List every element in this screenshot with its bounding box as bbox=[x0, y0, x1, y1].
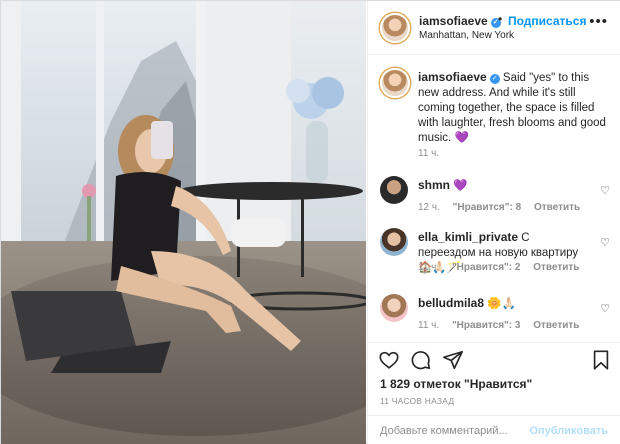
publish-button[interactable]: Опубликовать bbox=[529, 425, 608, 437]
comment-text: belludmila8 🌼🙏🏻 bbox=[418, 296, 588, 312]
comment-meta: 11 ч. "Нравится": 2 Ответить bbox=[418, 262, 589, 273]
comment-like-heart-icon[interactable]: ♡ bbox=[600, 302, 610, 315]
follow-button[interactable]: Подписаться bbox=[508, 14, 586, 28]
sunflower-pray-emoji-icon: 🌼🙏🏻 bbox=[487, 298, 516, 310]
caption-username[interactable]: iamsofiaeve bbox=[418, 70, 487, 84]
caption-text: iamsofiaeve ✓ Said "yes" to this new addr… bbox=[418, 70, 608, 146]
add-comment-input[interactable] bbox=[380, 423, 530, 439]
commenter-avatar[interactable] bbox=[380, 294, 408, 322]
apartment-selfie-illustration bbox=[1, 1, 366, 444]
comment-meta: 11 ч. "Нравится": 3 Ответить bbox=[418, 320, 589, 331]
commenter-avatar[interactable] bbox=[380, 176, 408, 204]
comment-likes[interactable]: "Нравится": 2 bbox=[452, 262, 521, 273]
caption-time[interactable]: 11 ч. bbox=[418, 148, 439, 159]
add-comment-bar: Опубликовать bbox=[368, 415, 620, 444]
reply-button[interactable]: Ответить bbox=[534, 202, 580, 213]
post-time-ago[interactable]: 11 ЧАСОВ НАЗАД bbox=[380, 396, 454, 406]
purple-heart-icon: 💜 bbox=[453, 180, 468, 192]
author-avatar[interactable] bbox=[380, 13, 410, 43]
post-side-panel: iamsofiaeve ✓ • Подписаться Manhattan, Ne… bbox=[367, 1, 620, 444]
comments-list[interactable]: iamsofiaeve ✓ Said "yes" to this new addr… bbox=[368, 56, 620, 336]
heart-outline-icon[interactable] bbox=[378, 349, 400, 374]
comment-username[interactable]: belludmila8 bbox=[418, 296, 484, 310]
verified-badge-icon: ✓ bbox=[489, 74, 500, 84]
reply-button[interactable]: Ответить bbox=[533, 320, 579, 331]
comment-likes[interactable]: "Нравится": 3 bbox=[452, 320, 521, 331]
purple-heart-icon: 💜 bbox=[454, 132, 469, 144]
comment-username[interactable]: shmn bbox=[418, 178, 450, 192]
comment-time[interactable]: 11 ч. bbox=[418, 320, 439, 331]
comment-username[interactable]: ella_kimli_private bbox=[418, 230, 518, 244]
instagram-post: iamsofiaeve ✓ • Подписаться Manhattan, Ne… bbox=[0, 0, 620, 444]
comment-time[interactable]: 11 ч. bbox=[418, 262, 439, 273]
likes-count[interactable]: 1 829 отметок "Нравится" bbox=[380, 377, 532, 391]
more-options-icon[interactable]: ••• bbox=[589, 13, 608, 30]
post-header: iamsofiaeve ✓ • Подписаться Manhattan, Ne… bbox=[368, 1, 620, 55]
paper-plane-icon[interactable] bbox=[442, 349, 464, 374]
comment-text: shmn 💜 bbox=[418, 178, 588, 194]
comment-meta: 12 ч. "Нравится": 8 Ответить bbox=[418, 202, 590, 213]
comment-bubble-icon[interactable] bbox=[410, 349, 432, 374]
bookmark-icon[interactable] bbox=[590, 349, 612, 374]
comment-time[interactable]: 12 ч. bbox=[418, 202, 440, 213]
comment-like-heart-icon[interactable]: ♡ bbox=[600, 236, 610, 249]
commenter-avatar[interactable] bbox=[380, 228, 408, 256]
author-avatar[interactable] bbox=[380, 68, 410, 98]
comment-like-heart-icon[interactable]: ♡ bbox=[600, 184, 610, 197]
post-photo[interactable] bbox=[1, 1, 366, 444]
separator-dot: • bbox=[498, 12, 503, 26]
author-username[interactable]: iamsofiaeve ✓ bbox=[419, 14, 501, 28]
post-location[interactable]: Manhattan, New York bbox=[419, 30, 514, 41]
reply-button[interactable]: Ответить bbox=[533, 262, 579, 273]
comment-likes[interactable]: "Нравится": 8 bbox=[453, 202, 522, 213]
post-actions-bar bbox=[368, 342, 620, 378]
